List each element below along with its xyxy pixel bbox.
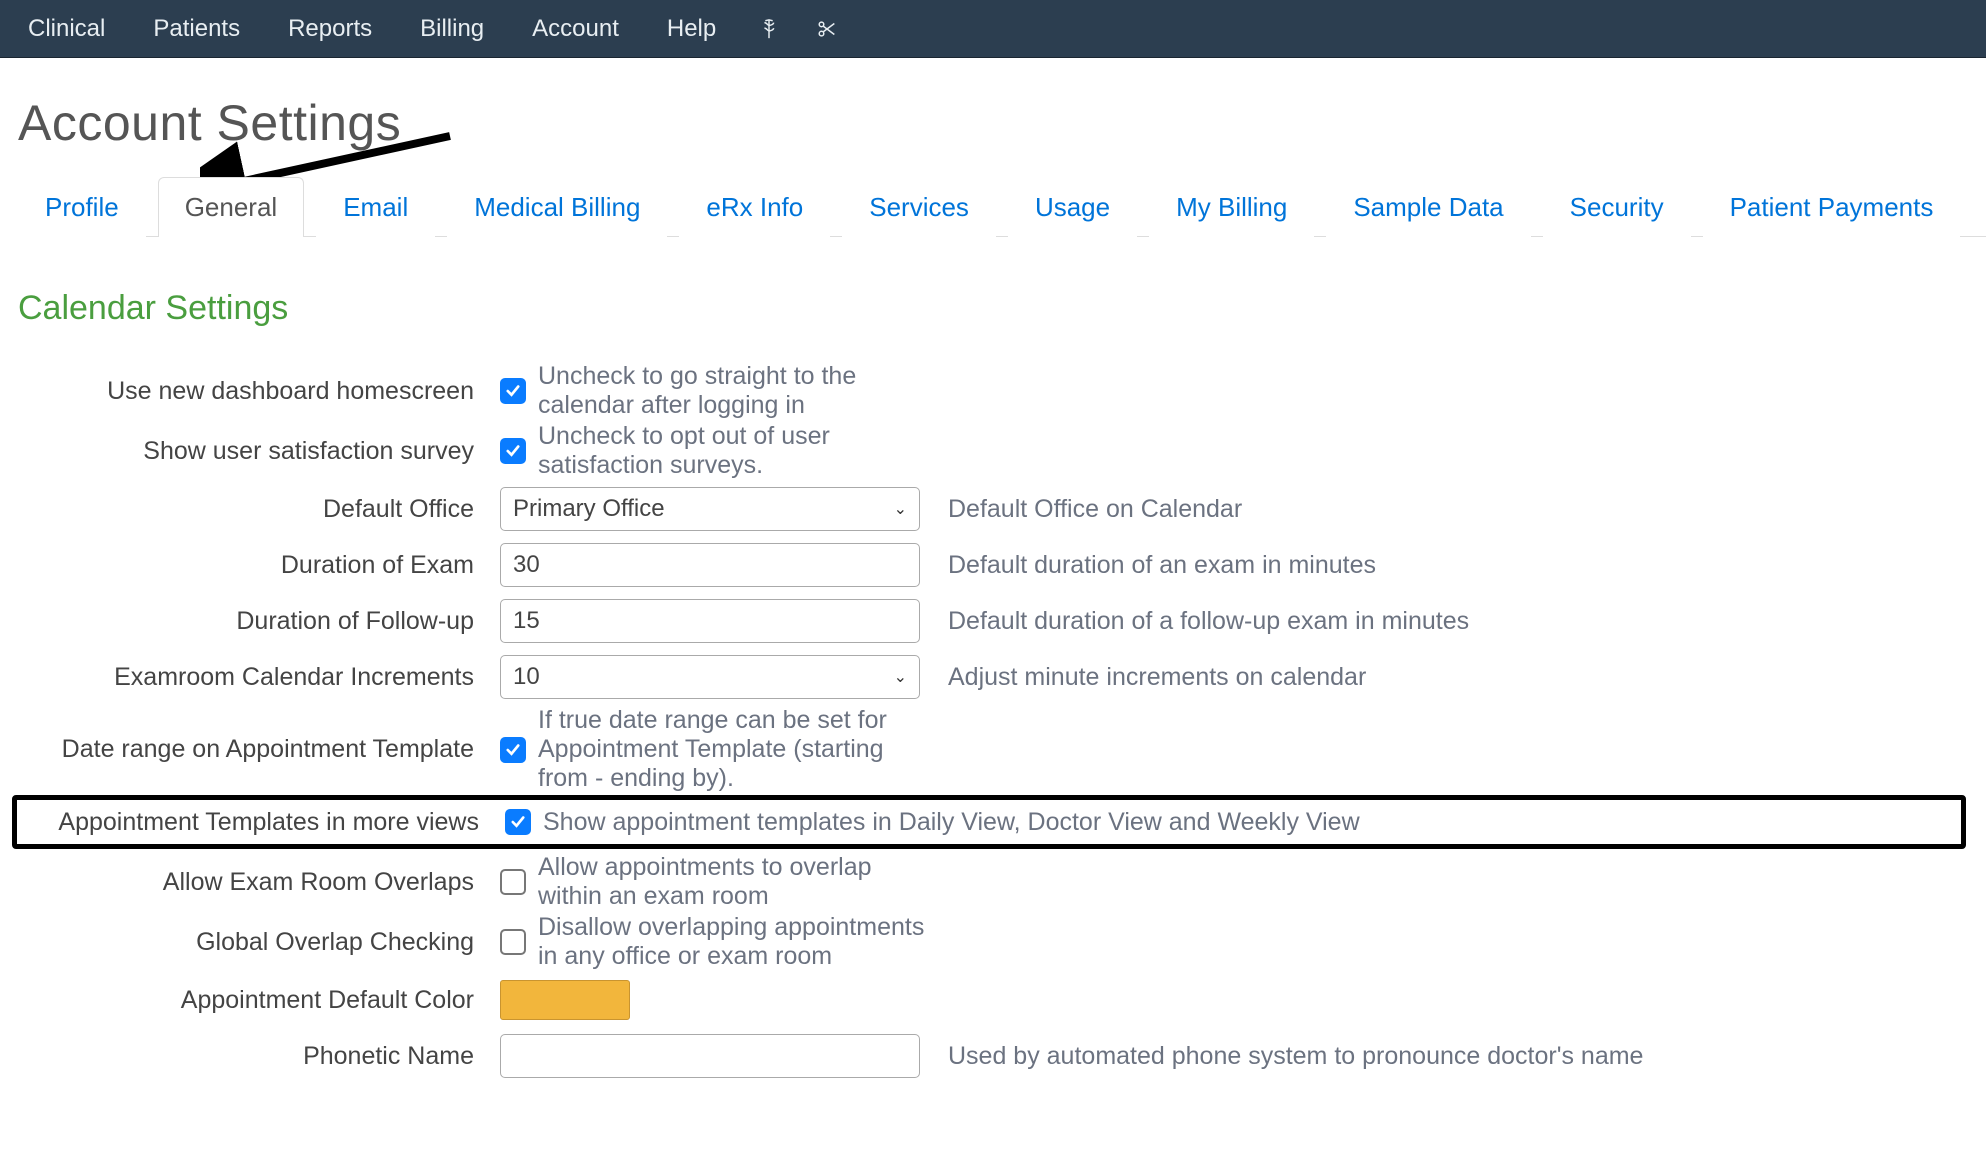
select-default-office-value: Primary Office bbox=[513, 495, 665, 523]
label-default-office: Default Office bbox=[20, 495, 500, 524]
section-title-calendar: Calendar Settings bbox=[18, 289, 1986, 328]
label-duration-exam: Duration of Exam bbox=[20, 551, 500, 580]
row-allow-overlaps: Allow Exam Room Overlaps Allow appointme… bbox=[20, 853, 1966, 911]
input-duration-exam[interactable]: 30 bbox=[500, 543, 920, 587]
page-title: Account Settings bbox=[18, 94, 1986, 152]
tab-patient-payments[interactable]: Patient Payments bbox=[1703, 177, 1961, 237]
checkbox-survey[interactable] bbox=[500, 438, 526, 464]
tab-profile[interactable]: Profile bbox=[18, 177, 146, 237]
nav-reports[interactable]: Reports bbox=[264, 0, 396, 58]
nav-help[interactable]: Help bbox=[643, 0, 740, 58]
select-calendar-increments-value: 10 bbox=[513, 663, 540, 691]
scissors-icon[interactable] bbox=[798, 0, 856, 58]
help-global-overlap: Disallow overlapping appointments in any… bbox=[526, 913, 936, 971]
row-survey: Show user satisfaction survey Uncheck to… bbox=[20, 422, 1966, 480]
label-survey: Show user satisfaction survey bbox=[20, 437, 500, 466]
label-global-overlap: Global Overlap Checking bbox=[20, 928, 500, 957]
input-phonetic-name[interactable] bbox=[500, 1034, 920, 1078]
label-phonetic-name: Phonetic Name bbox=[20, 1042, 500, 1071]
row-global-overlap: Global Overlap Checking Disallow overlap… bbox=[20, 913, 1966, 971]
checkbox-allow-overlaps[interactable] bbox=[500, 869, 526, 895]
row-duration-exam: Duration of Exam 30 Default duration of … bbox=[20, 538, 1966, 592]
row-dashboard: Use new dashboard homescreen Uncheck to … bbox=[20, 362, 1966, 420]
help-duration-followup: Default duration of a follow-up exam in … bbox=[936, 607, 1469, 636]
row-default-color: Appointment Default Color bbox=[20, 973, 1966, 1027]
label-templates-more-views: Appointment Templates in more views bbox=[25, 808, 505, 837]
row-templates-more-views: Appointment Templates in more views Show… bbox=[12, 795, 1966, 849]
tab-security[interactable]: Security bbox=[1543, 177, 1691, 237]
settings-form: Use new dashboard homescreen Uncheck to … bbox=[0, 362, 1986, 1125]
tab-erx-info[interactable]: eRx Info bbox=[679, 177, 830, 237]
tab-medical-billing[interactable]: Medical Billing bbox=[447, 177, 667, 237]
tab-general[interactable]: General bbox=[158, 177, 305, 237]
row-calendar-increments: Examroom Calendar Increments 10 ⌄ Adjust… bbox=[20, 650, 1966, 704]
help-allow-overlaps: Allow appointments to overlap within an … bbox=[526, 853, 936, 911]
label-default-color: Appointment Default Color bbox=[20, 986, 500, 1015]
label-dashboard: Use new dashboard homescreen bbox=[20, 377, 500, 406]
checkbox-dashboard[interactable] bbox=[500, 378, 526, 404]
tab-services[interactable]: Services bbox=[842, 177, 996, 237]
row-date-range-template: Date range on Appointment Template If tr… bbox=[20, 706, 1966, 793]
help-survey: Uncheck to opt out of user satisfaction … bbox=[526, 422, 936, 480]
select-calendar-increments[interactable]: 10 ⌄ bbox=[500, 655, 920, 699]
chevron-down-icon: ⌄ bbox=[894, 499, 907, 519]
color-swatch-appointment[interactable] bbox=[500, 980, 630, 1020]
help-phonetic-name: Used by automated phone system to pronou… bbox=[936, 1042, 1643, 1071]
nav-clinical[interactable]: Clinical bbox=[4, 0, 129, 58]
row-phonetic-name: Phonetic Name Used by automated phone sy… bbox=[20, 1029, 1966, 1083]
tab-email[interactable]: Email bbox=[316, 177, 435, 237]
nav-account[interactable]: Account bbox=[508, 0, 643, 58]
help-calendar-increments: Adjust minute increments on calendar bbox=[936, 663, 1366, 692]
input-duration-followup-value: 15 bbox=[513, 607, 540, 635]
help-dashboard: Uncheck to go straight to the calendar a… bbox=[526, 362, 936, 420]
help-duration-exam: Default duration of an exam in minutes bbox=[936, 551, 1376, 580]
row-default-office: Default Office Primary Office ⌄ Default … bbox=[20, 482, 1966, 536]
select-default-office[interactable]: Primary Office ⌄ bbox=[500, 487, 920, 531]
nav-billing[interactable]: Billing bbox=[396, 0, 508, 58]
caduceus-icon[interactable] bbox=[740, 0, 798, 58]
chevron-down-icon: ⌄ bbox=[894, 667, 907, 687]
label-allow-overlaps: Allow Exam Room Overlaps bbox=[20, 868, 500, 897]
checkbox-global-overlap[interactable] bbox=[500, 929, 526, 955]
row-duration-followup: Duration of Follow-up 15 Default duratio… bbox=[20, 594, 1966, 648]
label-duration-followup: Duration of Follow-up bbox=[20, 607, 500, 636]
checkbox-templates-more-views[interactable] bbox=[505, 809, 531, 835]
input-duration-followup[interactable]: 15 bbox=[500, 599, 920, 643]
input-duration-exam-value: 30 bbox=[513, 551, 540, 579]
tab-my-billing[interactable]: My Billing bbox=[1149, 177, 1314, 237]
label-calendar-increments: Examroom Calendar Increments bbox=[20, 663, 500, 692]
help-date-range-template: If true date range can be set for Appoin… bbox=[526, 706, 936, 793]
help-default-office: Default Office on Calendar bbox=[936, 495, 1242, 524]
nav-patients[interactable]: Patients bbox=[129, 0, 264, 58]
tabs-row: Profile General Email Medical Billing eR… bbox=[18, 176, 1986, 237]
tab-sample-data[interactable]: Sample Data bbox=[1326, 177, 1530, 237]
tab-usage[interactable]: Usage bbox=[1008, 177, 1137, 237]
label-date-range-template: Date range on Appointment Template bbox=[20, 735, 500, 764]
top-nav: Clinical Patients Reports Billing Accoun… bbox=[0, 0, 1986, 58]
help-templates-more-views: Show appointment templates in Daily View… bbox=[531, 808, 1374, 837]
checkbox-date-range-template[interactable] bbox=[500, 737, 526, 763]
